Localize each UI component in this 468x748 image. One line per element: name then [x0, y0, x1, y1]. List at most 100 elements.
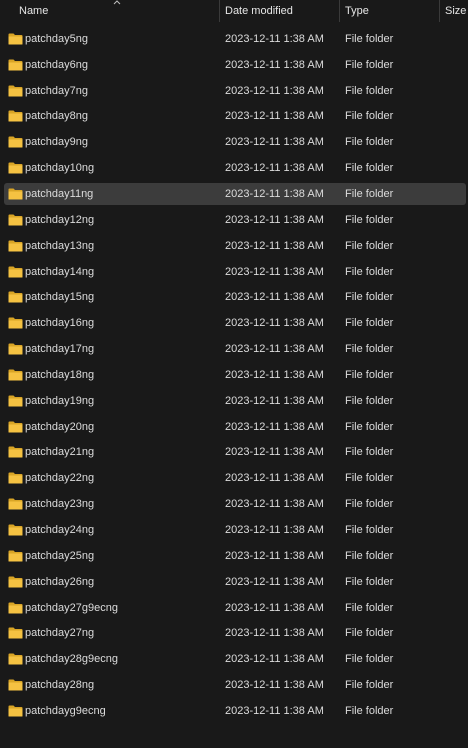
date-modified: 2023-12-11 1:38 AM — [225, 291, 324, 303]
folder-icon — [8, 576, 23, 588]
date-modified: 2023-12-11 1:38 AM — [225, 472, 324, 484]
file-type: File folder — [345, 110, 394, 122]
file-type: File folder — [345, 679, 394, 691]
list-item[interactable]: patchday28g9ecng 2023-12-11 1:38 AM File f… — [4, 648, 466, 670]
date-modified: 2023-12-11 1:38 AM — [225, 653, 324, 665]
file-name: patchday5ng — [25, 33, 88, 45]
column-header-size[interactable]: Size — [445, 0, 468, 22]
list-item[interactable]: patchday16ng 2023-12-11 1:38 AM File folde… — [4, 312, 466, 334]
date-modified: 2023-12-11 1:38 AM — [225, 395, 324, 407]
list-item[interactable]: patchday5ng 2023-12-11 1:38 AM File folder — [4, 28, 466, 50]
date-modified: 2023-12-11 1:38 AM — [225, 679, 324, 691]
list-item[interactable]: patchday9ng 2023-12-11 1:38 AM File folder — [4, 131, 466, 153]
list-item[interactable]: patchday14ng 2023-12-11 1:38 AM File folde… — [4, 261, 466, 283]
date-modified: 2023-12-11 1:38 AM — [225, 343, 324, 355]
column-divider[interactable] — [339, 0, 340, 22]
file-name: patchday18ng — [25, 369, 95, 381]
list-item[interactable]: patchday24ng 2023-12-11 1:38 AM File folde… — [4, 519, 466, 541]
file-type: File folder — [345, 266, 394, 278]
column-divider[interactable] — [219, 0, 220, 22]
folder-icon — [8, 421, 23, 433]
file-name: patchday15ng — [25, 291, 95, 303]
list-item[interactable]: patchday12ng 2023-12-11 1:38 AM File folde… — [4, 209, 466, 231]
file-type: File folder — [345, 240, 394, 252]
folder-icon — [8, 162, 23, 174]
file-type: File folder — [345, 136, 394, 148]
folder-icon — [8, 85, 23, 97]
date-modified: 2023-12-11 1:38 AM — [225, 266, 324, 278]
file-name: patchday7ng — [25, 85, 88, 97]
folder-icon — [8, 550, 23, 562]
column-divider[interactable] — [439, 0, 440, 22]
list-item[interactable]: patchday19ng 2023-12-11 1:38 AM File folde… — [4, 390, 466, 412]
file-type: File folder — [345, 317, 394, 329]
file-name: patchday21ng — [25, 446, 95, 458]
list-item[interactable]: patchday23ng 2023-12-11 1:38 AM File folde… — [4, 493, 466, 515]
folder-icon — [8, 472, 23, 484]
file-name: patchday6ng — [25, 59, 88, 71]
column-header-date-label: Date modified — [225, 5, 293, 17]
file-name: patchday14ng — [25, 266, 95, 278]
date-modified: 2023-12-11 1:38 AM — [225, 446, 324, 458]
list-item[interactable]: patchday10ng 2023-12-11 1:38 AM File folde… — [4, 157, 466, 179]
list-item[interactable]: patchday11ng 2023-12-11 1:38 AM File folde… — [4, 183, 466, 205]
column-header-date-modified[interactable]: Date modified — [225, 0, 335, 22]
date-modified: 2023-12-11 1:38 AM — [225, 110, 324, 122]
date-modified: 2023-12-11 1:38 AM — [225, 550, 324, 562]
folder-icon — [8, 369, 23, 381]
list-item[interactable]: patchday27g9ecng 2023-12-11 1:38 AM File f… — [4, 597, 466, 619]
folder-icon — [8, 602, 23, 614]
list-item[interactable]: patchday22ng 2023-12-11 1:38 AM File folde… — [4, 467, 466, 489]
list-item[interactable]: patchday17ng 2023-12-11 1:38 AM File folde… — [4, 338, 466, 360]
folder-icon — [8, 653, 23, 665]
folder-icon — [8, 679, 23, 691]
column-header-type[interactable]: Type — [345, 0, 435, 22]
file-type: File folder — [345, 550, 394, 562]
file-type: File folder — [345, 395, 394, 407]
date-modified: 2023-12-11 1:38 AM — [225, 627, 324, 639]
list-item[interactable]: patchdayg9ecng 2023-12-11 1:38 AM File fol… — [4, 700, 466, 722]
file-type: File folder — [345, 59, 394, 71]
list-item[interactable]: patchday21ng 2023-12-11 1:38 AM File folde… — [4, 441, 466, 463]
list-item[interactable]: patchday7ng 2023-12-11 1:38 AM File folder — [4, 80, 466, 102]
file-name: patchday11ng — [25, 188, 94, 200]
file-name: patchday8ng — [25, 110, 88, 122]
file-name: patchday12ng — [25, 214, 95, 226]
folder-icon — [8, 705, 23, 717]
folder-icon — [8, 33, 23, 45]
folder-icon — [8, 266, 23, 278]
file-type: File folder — [345, 162, 394, 174]
file-name: patchday28ng — [25, 679, 95, 691]
file-type: File folder — [345, 33, 394, 45]
chevron-up-icon[interactable] — [113, 0, 121, 6]
list-item[interactable]: patchday6ng 2023-12-11 1:38 AM File folder — [4, 54, 466, 76]
column-header-size-label: Size — [445, 5, 467, 17]
file-name: patchday22ng — [25, 472, 95, 484]
date-modified: 2023-12-11 1:38 AM — [225, 162, 324, 174]
file-type: File folder — [345, 214, 394, 226]
list-item[interactable]: patchday25ng 2023-12-11 1:38 AM File folde… — [4, 545, 466, 567]
folder-icon — [8, 110, 23, 122]
list-item[interactable]: patchday13ng 2023-12-11 1:38 AM File folde… — [4, 235, 466, 257]
list-item[interactable]: patchday28ng 2023-12-11 1:38 AM File folde… — [4, 674, 466, 696]
date-modified: 2023-12-11 1:38 AM — [225, 136, 324, 148]
list-item[interactable]: patchday26ng 2023-12-11 1:38 AM File folde… — [4, 571, 466, 593]
file-type: File folder — [345, 524, 394, 536]
column-header-type-label: Type — [345, 5, 369, 17]
file-type: File folder — [345, 85, 394, 97]
file-type: File folder — [345, 421, 394, 433]
file-name: patchday20ng — [25, 421, 95, 433]
date-modified: 2023-12-11 1:38 AM — [225, 524, 324, 536]
list-item[interactable]: patchday27ng 2023-12-11 1:38 AM File folde… — [4, 622, 466, 644]
file-type: File folder — [345, 653, 394, 665]
list-item[interactable]: patchday15ng 2023-12-11 1:38 AM File folde… — [4, 286, 466, 308]
list-item[interactable]: patchday18ng 2023-12-11 1:38 AM File folde… — [4, 364, 466, 386]
folder-icon — [8, 188, 23, 200]
file-type: File folder — [345, 188, 394, 200]
file-name: patchday27ng — [25, 627, 95, 639]
list-item[interactable]: patchday20ng 2023-12-11 1:38 AM File folde… — [4, 416, 466, 438]
file-type: File folder — [345, 602, 394, 614]
file-name: patchday19ng — [25, 395, 95, 407]
list-item[interactable]: patchday8ng 2023-12-11 1:38 AM File folder — [4, 105, 466, 127]
folder-icon — [8, 240, 23, 252]
